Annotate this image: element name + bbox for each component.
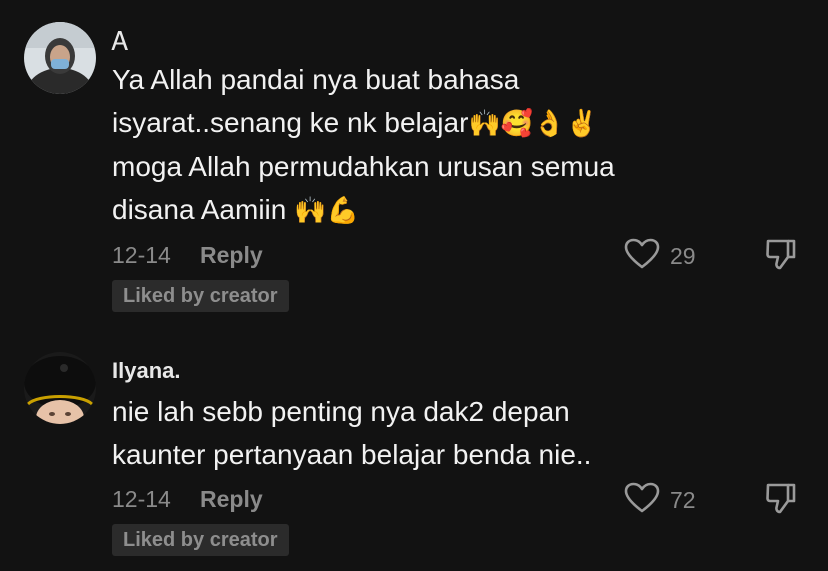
liked-by-creator-badge: Liked by creator — [112, 280, 289, 312]
dislike-button[interactable] — [764, 237, 798, 276]
comment-item: Ilyana. nie lah sebb penting nya dak2 de… — [0, 340, 828, 571]
reply-button[interactable]: Reply — [200, 242, 263, 269]
thumbs-down-outline-icon — [764, 239, 798, 275]
comment-line-text: disana Aamiin — [112, 194, 287, 225]
comment-date: 12-14 — [112, 486, 171, 512]
comment-line: Ya Allah pandai nya buat bahasa — [112, 64, 520, 95]
reply-button[interactable]: Reply — [200, 486, 263, 513]
heart-outline-icon — [624, 482, 660, 519]
liked-by-creator-badge: Liked by creator — [112, 524, 289, 556]
avatar[interactable] — [24, 352, 96, 424]
thumbs-down-outline-icon — [764, 483, 798, 519]
dislike-button[interactable] — [764, 481, 798, 520]
comment-line: isyarat..senang ke nk belajar🙌🥰👌✌️ — [112, 101, 732, 145]
comment-line: disana Aamiin 🙌💪 — [112, 188, 732, 232]
comment-line-text: isyarat..senang ke nk belajar — [112, 107, 469, 138]
comment-line: nie lah sebb penting nya dak2 depan — [112, 396, 570, 427]
username[interactable]: Ilyana. — [112, 358, 180, 384]
like-button[interactable]: 72 — [624, 482, 696, 519]
like-count: 29 — [670, 243, 696, 269]
emoji-group: 🙌🥰👌✌️ — [468, 108, 598, 138]
like-button[interactable]: 29 — [624, 238, 696, 275]
comment-line: moga Allah permudahkan urusan semua — [112, 151, 615, 182]
username[interactable]: Ꭺ — [112, 26, 129, 58]
comment-line: kaunter pertanyaan belajar benda nie.. — [112, 439, 592, 470]
comment-text: Ya Allah pandai nya buat bahasa isyarat.… — [112, 58, 732, 232]
like-count: 72 — [670, 487, 696, 513]
avatar[interactable] — [24, 22, 96, 94]
comment-text: nie lah sebb penting nya dak2 depan kaun… — [112, 390, 732, 476]
comment-date: 12-14 — [112, 242, 171, 268]
comment-item: Ꭺ Ya Allah pandai nya buat bahasa isyara… — [0, 0, 828, 320]
emoji-group: 🙌💪 — [294, 195, 359, 225]
heart-outline-icon — [624, 238, 660, 275]
